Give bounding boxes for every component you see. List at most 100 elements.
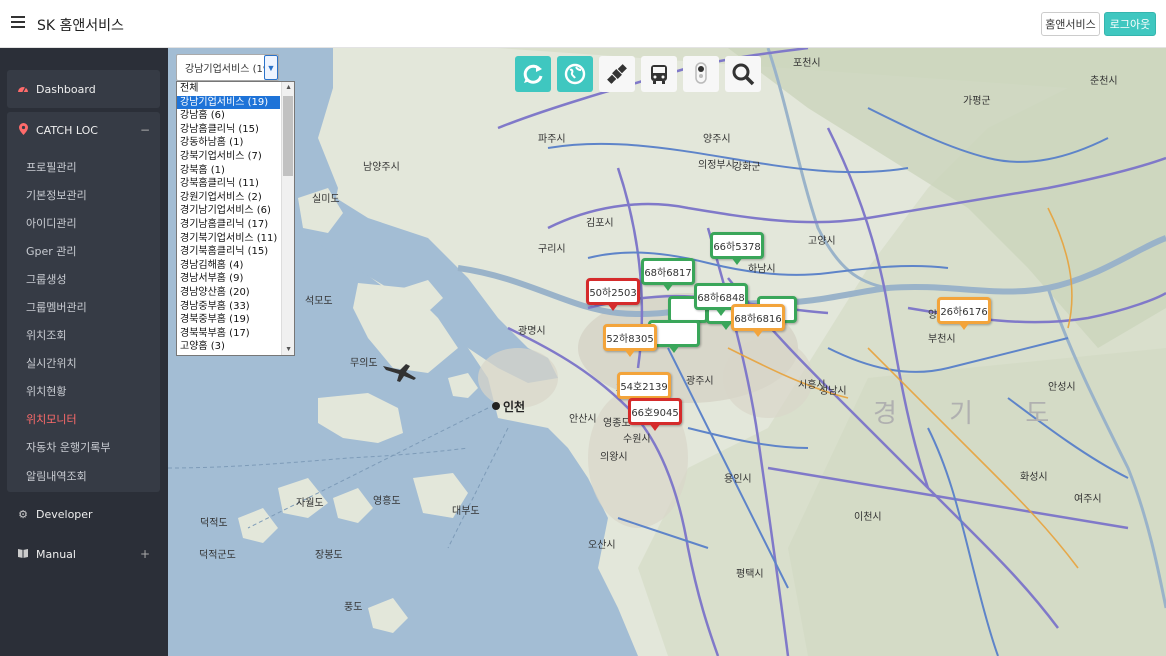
map-place-label: 풍도	[344, 602, 363, 613]
map-view[interactable]: 포천시춘천시가평군양주시파주시의정부시강화군남양주시고양시김포시구리시하남시양평…	[168, 48, 1166, 656]
marker-pointer	[958, 322, 970, 330]
listbox-option[interactable]: 강원기업서비스 (2)	[177, 191, 294, 205]
sidebar-subitem[interactable]: 알림내역조회	[26, 468, 87, 484]
listbox-option[interactable]: 경기북기업서비스 (11)	[177, 232, 294, 246]
vehicle-plate-label: 50하2503	[589, 288, 637, 299]
listbox-option[interactable]: 강동하남홈 (1)	[177, 136, 294, 150]
map-base	[168, 48, 1166, 656]
vehicle-marker[interactable]: 52하8305	[603, 324, 657, 357]
sidebar-subitem[interactable]: 그룹멤버관리	[26, 299, 87, 315]
vehicle-marker[interactable]: 66호9045	[628, 398, 682, 431]
sidebar-item-developer[interactable]: ⚙ Developer	[7, 496, 160, 532]
listbox-option[interactable]: 강북홈 (1)	[177, 164, 294, 178]
marker-pointer	[649, 423, 661, 431]
traffic-light-icon	[695, 62, 707, 84]
map-place-label: 의왕시	[600, 452, 628, 463]
top-bar: SK 홈앤서비스 홈앤서비스 로그아웃	[0, 0, 1166, 48]
vehicle-plate-label: 54호2139	[620, 382, 668, 393]
marker-pointer	[624, 349, 636, 357]
sidebar-subitem[interactable]: 실시간위치	[26, 355, 77, 371]
scroll-up-icon[interactable]: ▲	[285, 84, 292, 91]
listbox-option[interactable]: 경남양산홈 (20)	[177, 286, 294, 300]
vehicle-plate-label: 68하6816	[734, 314, 782, 325]
sidebar-item-catch-loc[interactable]: CATCH LOC −	[7, 112, 160, 148]
collapse-icon[interactable]: −	[140, 123, 150, 137]
refresh-button[interactable]	[515, 56, 551, 92]
sidebar-subitem[interactable]: 자동차 운행기록부	[26, 439, 110, 455]
map-place-label: 안성시	[1048, 382, 1076, 393]
listbox-option[interactable]: 경북중부홈 (19)	[177, 313, 294, 327]
vehicle-marker[interactable]: 68하6817	[641, 258, 695, 291]
map-place-label: 대부도	[452, 506, 480, 517]
group-listbox[interactable]: 전체 강남기업서비스 (19) 강남홈 (6) 강남홈클리닉 (15) 강동하남홈 (1…	[176, 81, 295, 356]
map-place-label: 화성시	[1020, 472, 1048, 483]
vehicle-marker[interactable]: 66하5378	[710, 232, 764, 265]
listbox-option[interactable]: 경남김해홈 (4)	[177, 259, 294, 273]
scrollbar-thumb[interactable]	[283, 96, 293, 176]
listbox-option[interactable]: 강남홈클리닉 (15)	[177, 123, 294, 137]
listbox-option[interactable]: 고양홈 (3)	[177, 340, 294, 354]
listbox-option[interactable]: 전체	[177, 82, 294, 96]
search-button[interactable]	[725, 56, 761, 92]
sidebar-subitem[interactable]: 위치현황	[26, 383, 66, 399]
listbox-option[interactable]: 강남기업서비스 (19)	[177, 95, 280, 110]
vehicle-marker[interactable]: 68하6816	[731, 304, 785, 337]
map-place-label: 영종도	[603, 418, 631, 429]
sidebar-subitem[interactable]: 기본정보관리	[26, 187, 87, 203]
listbox-scrollbar[interactable]: ▲ ▼	[281, 82, 294, 355]
traffic-button[interactable]	[683, 56, 719, 92]
vehicle-plate-label: 26하6176	[940, 307, 988, 318]
marker-pointer	[731, 257, 743, 265]
sidebar-item-manual[interactable]: Manual +	[7, 536, 160, 572]
map-place-label: 시흥시	[798, 380, 826, 391]
sidebar: Dashboard CATCH LOC − ⚙ Developer Manual…	[0, 48, 168, 656]
map-place-label: 하남시	[748, 264, 776, 275]
sidebar-item-dashboard[interactable]: Dashboard	[7, 71, 160, 107]
map-place-label: 광주시	[686, 376, 714, 387]
map-place-label: 평택시	[736, 569, 764, 580]
map-place-label: 덕적도	[200, 518, 228, 529]
sidebar-subitem[interactable]: 그룹생성	[26, 271, 66, 287]
listbox-option[interactable]: 경기남기업서비스 (6)	[177, 204, 294, 218]
map-place-label: 남양주시	[363, 162, 400, 173]
listbox-option[interactable]: 강북홈클리닉 (11)	[177, 177, 294, 191]
listbox-option[interactable]: 강남홈 (6)	[177, 109, 294, 123]
listbox-option[interactable]: 경북북부홈 (17)	[177, 327, 294, 341]
vehicle-plate-label: 66하5378	[713, 242, 761, 253]
logout-button[interactable]: 로그아웃	[1104, 12, 1156, 36]
home-service-button[interactable]: 홈앤서비스	[1041, 12, 1100, 36]
listbox-option[interactable]: 강북기업서비스 (7)	[177, 150, 294, 164]
sidebar-subitem[interactable]: 위치조회	[26, 327, 66, 343]
vehicle-marker[interactable]: 26하6176	[937, 297, 991, 330]
satellite-button[interactable]	[599, 56, 635, 92]
bus-button[interactable]	[641, 56, 677, 92]
map-place-label: 영흥도	[373, 496, 401, 507]
scroll-down-icon[interactable]: ▼	[285, 346, 292, 353]
hamburger-menu-icon[interactable]	[11, 16, 25, 30]
map-mode-button[interactable]	[557, 56, 593, 92]
sidebar-subitem[interactable]: 아이디관리	[26, 215, 77, 231]
map-place-label: 오산시	[588, 540, 616, 551]
map-place-label: 포천시	[793, 58, 821, 69]
vehicle-marker[interactable]: 54호2139	[617, 372, 671, 405]
listbox-option[interactable]: 경남중부홈 (33)	[177, 300, 294, 314]
chevron-down-icon[interactable]: ▼	[264, 55, 278, 80]
sidebar-subitem[interactable]: 위치모니터	[26, 411, 77, 427]
vehicle-plate-label: 52하8305	[606, 334, 654, 345]
vehicle-marker[interactable]: 50하2503	[586, 278, 640, 311]
map-place-label: 김포시	[586, 218, 614, 229]
map-place-label: 무의도	[350, 358, 378, 369]
expand-icon[interactable]: +	[140, 547, 150, 561]
listbox-option[interactable]: 경기북홈클리닉 (15)	[177, 245, 294, 259]
map-place-label: 양주시	[703, 134, 731, 145]
listbox-option[interactable]: 경기남홈클리닉 (17)	[177, 218, 294, 232]
sidebar-subitem[interactable]: 프로필관리	[26, 159, 77, 175]
map-place-label: 장봉도	[315, 550, 343, 561]
sidebar-label-manual: Manual	[36, 547, 76, 561]
sidebar-subitem[interactable]: Gper 관리	[26, 243, 77, 259]
sidebar-label-catch-loc: CATCH LOC	[36, 123, 98, 137]
gears-icon: ⚙	[18, 507, 28, 521]
listbox-option[interactable]: 경남서부홈 (9)	[177, 272, 294, 286]
map-place-label: 의정부시	[698, 160, 735, 171]
sidebar-developer-card: ⚙ Developer	[7, 496, 160, 532]
